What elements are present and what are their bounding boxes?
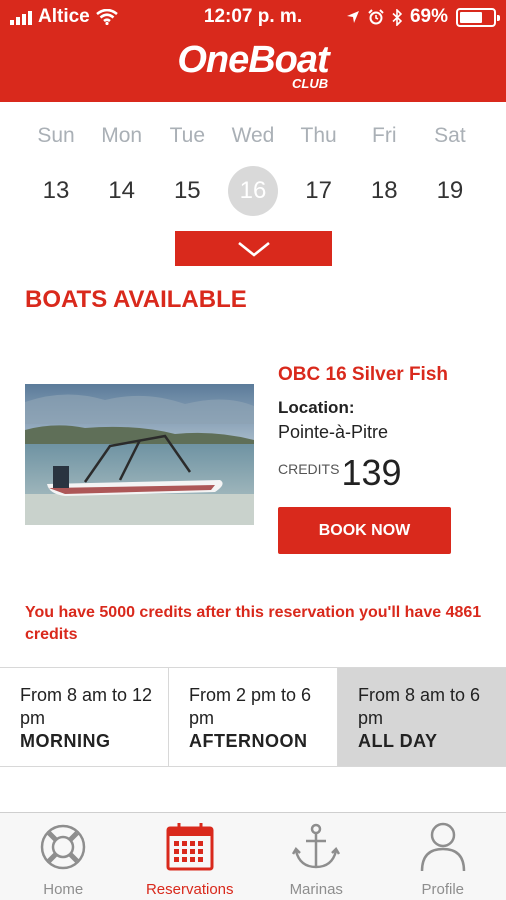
slot-time: From 8 am to 6 pm [358,685,481,728]
chevron-down-icon [237,241,270,257]
day-name: Mon [101,124,143,147]
date-label: 17 [305,177,332,204]
credits-value: 139 [341,452,402,493]
calendar-dates: 13 14 15 16 17 18 19 [24,166,482,216]
slot-all-day[interactable]: From 8 am to 6 pm ALL DAY [338,668,506,766]
date-label: 19 [436,177,464,204]
battery-percent: 69% [409,6,448,27]
location-arrow-icon [346,11,359,23]
logo-main: OneBoat [177,39,329,81]
location-label: Location: [278,398,355,417]
date-label: 14 [108,177,135,204]
app-logo: OneBoat CLUB [0,39,506,91]
book-now-button[interactable]: BOOK NOW [278,507,451,554]
calendar-date[interactable]: 15 [155,166,219,216]
calendar-icon [164,821,216,873]
slot-name: AFTERNOON [189,731,308,751]
date-label: 18 [370,177,398,204]
calendar-date[interactable]: 14 [90,166,154,216]
tab-marinas[interactable]: Marinas [253,813,380,900]
calendar-date[interactable]: 16 [221,166,285,216]
tab-profile[interactable]: Profile [380,813,506,900]
lifebuoy-icon [37,821,89,873]
slot-name: MORNING [20,731,111,751]
tab-label: Marinas [289,881,343,898]
calendar-date[interactable]: 18 [352,166,416,216]
slot-morning[interactable]: From 8 am to 12 pm MORNING [0,668,169,766]
tab-home[interactable]: Home [0,813,127,900]
tab-label: Home [43,881,84,898]
day-name: Tue [169,124,206,147]
anchor-icon [290,821,342,873]
location-value: Pointe-à-Pitre [278,422,389,442]
date-label: 13 [42,177,70,204]
tab-label: Reservations [145,881,234,898]
date-label: 16 [227,166,278,216]
tab-reservations[interactable]: Reservations [127,813,254,900]
day-name: Wed [231,124,275,147]
battery-icon [456,7,500,27]
status-bar: Altice 12:07 p. m. 69% [0,0,506,34]
calendar-date[interactable]: 19 [418,166,482,216]
logo-sub: CLUB [292,76,329,91]
expand-calendar-button[interactable] [175,231,332,266]
calendar-day-names: Sun Mon Tue Wed Thu Fri Sat [24,124,482,148]
section-title: BOATS AVAILABLE [25,286,247,313]
boat-info: OBC 16 Silver Fish Location: Pointe-à-Pi… [278,364,488,491]
tab-bar: Home Reservations Marinas Profile [0,812,506,900]
tab-label: Profile [421,881,465,898]
date-label: 15 [173,177,201,204]
credits-notice: You have 5000 credits after this reserva… [25,604,482,643]
status-right: 69% [346,6,500,28]
boat-photo[interactable] [25,384,254,525]
day-name: Thu [300,124,337,147]
app-header: Altice 12:07 p. m. 69% OneBoat CLUB [0,0,506,102]
day-name: Fri [372,124,397,147]
boat-image [25,384,254,525]
bluetooth-icon [392,8,402,26]
battery-level [460,11,483,23]
day-name: Sat [434,124,466,147]
slot-time: From 2 pm to 6 pm [189,685,312,728]
person-icon [417,821,469,873]
calendar-date[interactable]: 17 [287,166,351,216]
calendar-date[interactable]: 13 [24,166,88,216]
slot-afternoon[interactable]: From 2 pm to 6 pm AFTERNOON [169,668,338,766]
slot-name: ALL DAY [358,731,438,751]
alarm-icon [368,9,384,25]
credits-label: CREDITS [278,461,340,477]
boat-name[interactable]: OBC 16 Silver Fish [278,364,488,386]
day-name: Sun [37,124,75,147]
slot-time: From 8 am to 12 pm [20,685,153,728]
credits-row: CREDITS 139 [278,455,488,491]
time-slot-selector: From 8 am to 12 pm MORNING From 2 pm to … [0,667,506,767]
